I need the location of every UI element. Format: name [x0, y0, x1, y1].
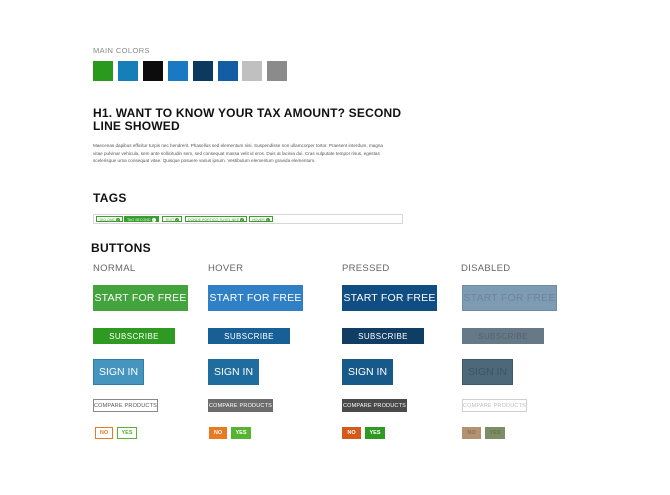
sign-in-button-disabled: SIGN IN [462, 359, 513, 385]
compare-products-button-hover[interactable]: COMPARE PRODUCTS [208, 399, 273, 412]
yes-button-normal[interactable]: YES [117, 427, 137, 439]
no-button-normal[interactable]: NO [95, 427, 113, 439]
buttons-title: BUTTONS [91, 241, 151, 255]
column-header-pressed: PRESSED [342, 263, 390, 274]
subscribe-button-hover[interactable]: SUBSCRIBE [208, 328, 290, 344]
yes-button-pressed[interactable]: YES [365, 427, 385, 439]
compare-products-button-disabled: COMPARE PRODUCTS [462, 399, 527, 412]
tag-item[interactable]: DONDE PORTICO TUYEL NEE ✓ [185, 216, 248, 223]
check-icon: ✓ [240, 218, 245, 223]
body-paragraph: Maecenas dapibus efficitur turpis nec he… [93, 142, 385, 165]
color-swatch [218, 61, 238, 81]
column-header-hover: HOVER [208, 263, 244, 274]
no-button-pressed[interactable]: NO [342, 427, 361, 439]
no-button-hover[interactable]: NO [209, 427, 227, 439]
color-swatch [242, 61, 262, 81]
main-colors-label: MAIN COLORS [93, 46, 150, 55]
check-icon: ✓ [151, 218, 156, 223]
yes-button-disabled: YES [485, 427, 505, 439]
check-icon: ✓ [175, 218, 180, 223]
sign-in-button-hover[interactable]: SIGN IN [208, 359, 259, 385]
paragraph-line: vitae pulvinar vehicula, sem ante sollic… [93, 150, 380, 156]
h1-heading: H1. WANT TO KNOW YOUR TAX AMOUNT? SECOND… [93, 107, 401, 133]
color-swatch [193, 61, 213, 81]
check-icon: ✓ [115, 218, 120, 223]
tag-item[interactable]: TAG ONE ✓ [96, 216, 123, 223]
color-swatch [267, 61, 287, 81]
start-for-free-button-disabled: START FOR FREE [462, 285, 557, 311]
check-icon: ✓ [265, 218, 270, 223]
tag-item[interactable]: TEXT ✓ [162, 216, 183, 223]
start-for-free-button-hover[interactable]: START FOR FREE [208, 285, 303, 311]
color-swatch [118, 61, 138, 81]
color-swatch [168, 61, 188, 81]
paragraph-line: Maecenas dapibus efficitur turpis nec he… [93, 143, 383, 148]
tag-item[interactable]: HOVER ✓ [249, 216, 273, 223]
subscribe-button-normal[interactable]: SUBSCRIBE [93, 328, 175, 344]
tags-bar: TAG ONE ✓ TAG SECOND ✓ TEXT ✓ DONDE PORTICO… [93, 214, 403, 224]
tags-title: TAGS [93, 191, 127, 205]
color-swatch [143, 61, 163, 81]
sign-in-button-pressed[interactable]: SIGN IN [342, 359, 393, 385]
column-header-normal: NORMAL [93, 263, 136, 274]
yes-button-hover[interactable]: YES [231, 427, 251, 439]
paragraph-line: scelerisque urna consequat vitae. Quisqu… [93, 158, 316, 164]
subscribe-button-disabled: SUBSCRIBE [462, 328, 544, 344]
compare-products-button-pressed[interactable]: COMPARE PRODUCTS [342, 399, 407, 412]
color-swatch [93, 61, 113, 81]
start-for-free-button-normal[interactable]: START FOR FREE [93, 285, 188, 311]
no-button-disabled: NO [462, 427, 481, 439]
tag-item[interactable]: TAG SECOND ✓ [124, 216, 159, 223]
start-for-free-button-pressed[interactable]: START FOR FREE [342, 285, 437, 311]
subscribe-button-pressed[interactable]: SUBSCRIBE [342, 328, 424, 344]
compare-products-button-normal[interactable]: COMPARE PRODUCTS [93, 399, 158, 412]
sign-in-button-normal[interactable]: SIGN IN [93, 359, 144, 385]
column-header-disabled: DISABLED [461, 263, 511, 274]
h1-line: LINE SHOWED [93, 119, 180, 133]
